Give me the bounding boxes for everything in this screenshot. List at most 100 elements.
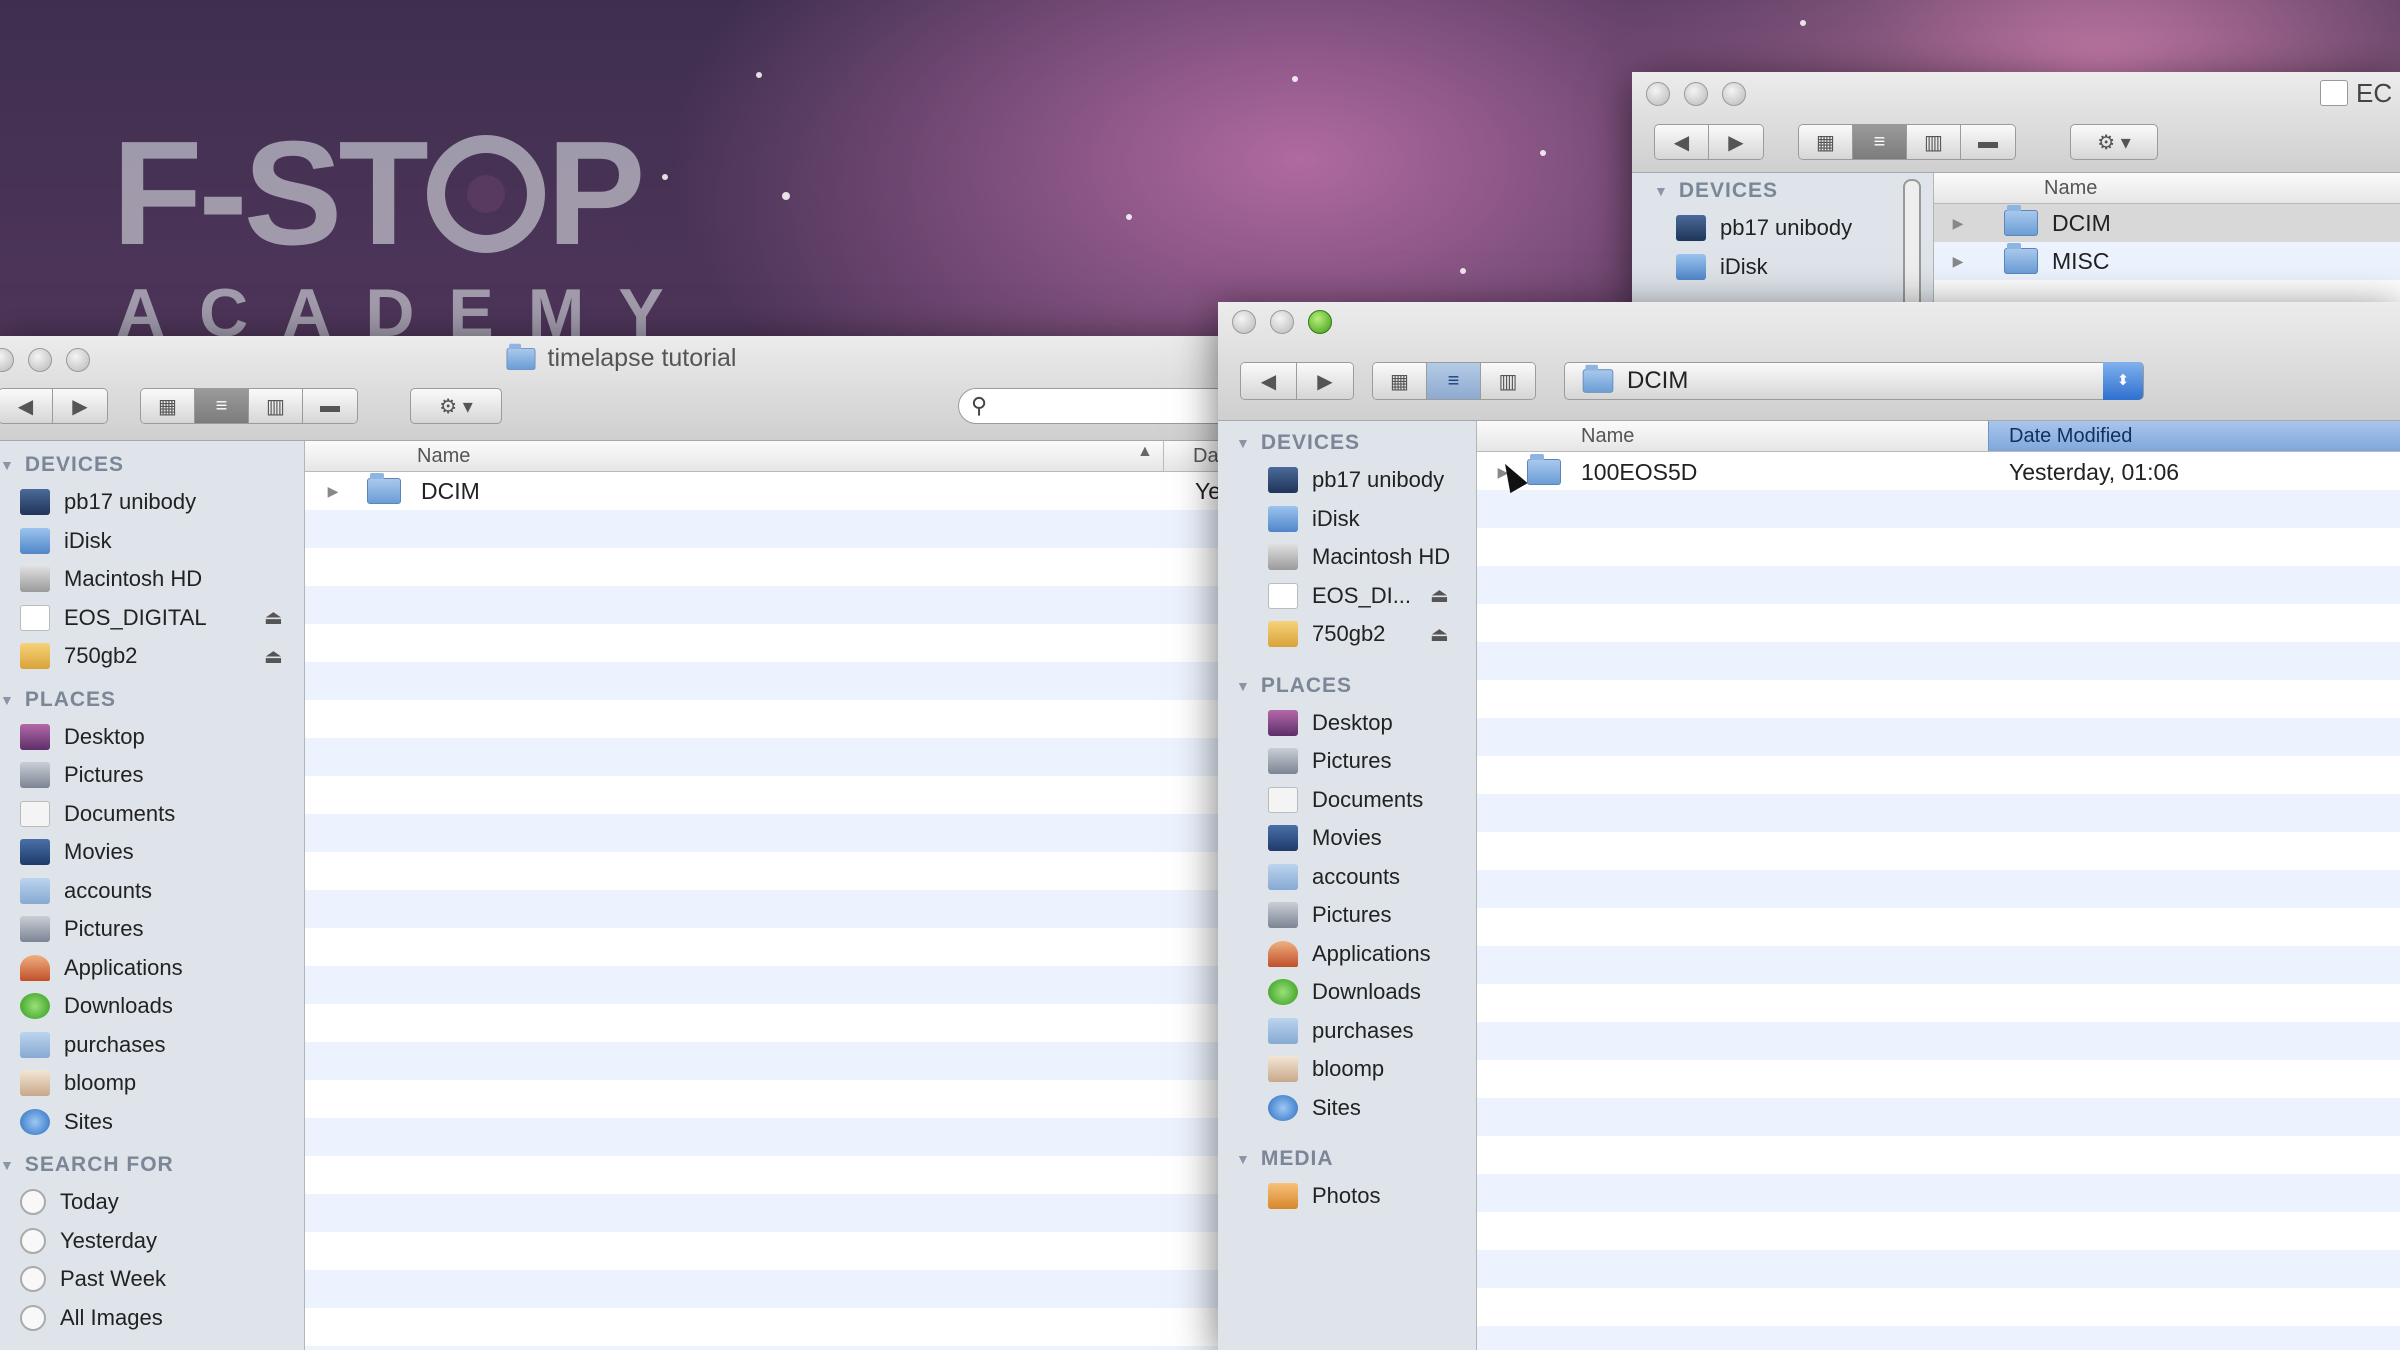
minimize-button[interactable] (1684, 82, 1708, 106)
column-header-name[interactable]: Name (417, 445, 470, 468)
action-gear-button[interactable]: ⚙ ▾ (410, 388, 502, 424)
window-titlebar[interactable]: timelapse tutorial ◀ ▶ ▦ ≡ ▥ ▬ ⚙ ▾ ⚲ (0, 336, 1240, 441)
finder-window-dcim[interactable]: ◀ ▶ ▦ ≡ ▥ DCIM ⬍ ▼ DEVICES pb17 unibody i… (1218, 302, 2400, 1350)
sidebar-scrollbar[interactable] (1903, 179, 1921, 312)
sidebar-item-purchases[interactable]: purchases (0, 1026, 304, 1065)
sidebar-section-devices[interactable]: ▼ DEVICES (0, 447, 304, 483)
sidebar-item-purchases[interactable]: purchases (1218, 1012, 1476, 1051)
sidebar-item-idisk[interactable]: iDisk (1218, 500, 1476, 539)
sidebar-item-pictures[interactable]: Pictures (1218, 742, 1476, 781)
sidebar-item-idisk[interactable]: iDisk (1654, 248, 1933, 287)
column-header-date[interactable]: Da (1193, 445, 1219, 468)
sidebar-item-documents[interactable]: Documents (0, 795, 304, 834)
sidebar-item-bloomp[interactable]: bloomp (0, 1064, 304, 1103)
sidebar-item-eos-digital[interactable]: EOS_DIGITAL ⏏ (0, 599, 304, 638)
sidebar-item-accounts[interactable]: accounts (1218, 858, 1476, 897)
coverflow-view-button[interactable]: ▬ (1961, 125, 2015, 159)
eject-icon[interactable]: ⏏ (264, 644, 283, 669)
table-row[interactable]: ▶ DCIM (1934, 204, 2400, 242)
sidebar-item-pictures[interactable]: Pictures (1218, 896, 1476, 935)
sidebar: ▼ DEVICES pb17 unibody iDisk Macintosh HD… (1218, 421, 1477, 1350)
list-view-button[interactable]: ≡ (195, 389, 249, 423)
sidebar-item-past-week[interactable]: Past Week (0, 1260, 304, 1299)
search-field[interactable]: ⚲ (958, 388, 1240, 424)
zoom-button[interactable] (1308, 310, 1332, 334)
column-view-button[interactable]: ▥ (249, 389, 303, 423)
sidebar-item-movies[interactable]: Movies (0, 833, 304, 872)
sidebar-item-bloomp[interactable]: bloomp (1218, 1050, 1476, 1089)
table-row[interactable]: ▶ 100EOS5D Yesterday, 01:06 (1477, 452, 2400, 492)
list-view-button[interactable]: ≡ (1853, 125, 1907, 159)
column-view-button[interactable]: ▥ (1481, 363, 1535, 399)
sidebar-item-pb17-unibody[interactable]: pb17 unibody (1218, 461, 1476, 500)
forward-button[interactable]: ▶ (1709, 125, 1763, 159)
sidebar-section-places[interactable]: ▼ PLACES (1218, 668, 1476, 704)
window-titlebar[interactable]: ◀ ▶ ▦ ≡ ▥ DCIM ⬍ (1218, 302, 2400, 421)
sidebar-item-documents[interactable]: Documents (1218, 781, 1476, 820)
sidebar-section-places[interactable]: ▼ PLACES (0, 682, 304, 718)
sidebar-item-macintosh-hd[interactable]: Macintosh HD (0, 560, 304, 599)
sidebar-item-750gb2[interactable]: 750gb2 ⏏ (1218, 615, 1476, 654)
sidebar-item-yesterday[interactable]: Yesterday (0, 1222, 304, 1261)
disclosure-triangle-icon[interactable]: ▶ (319, 483, 347, 500)
icon-view-button[interactable]: ▦ (141, 389, 195, 423)
sidebar-section-devices[interactable]: ▼ DEVICES (1218, 425, 1476, 461)
photos-icon (1268, 1183, 1298, 1210)
sidebar-item-pictures[interactable]: Pictures (0, 756, 304, 795)
sidebar-item-photos[interactable]: Photos (1218, 1177, 1476, 1216)
forward-button[interactable]: ▶ (53, 389, 107, 423)
sidebar-item-downloads[interactable]: Downloads (1218, 973, 1476, 1012)
eject-icon[interactable]: ⏏ (264, 605, 283, 630)
zoom-button[interactable] (1722, 82, 1746, 106)
icon-view-button[interactable]: ▦ (1373, 363, 1427, 399)
sidebar-item-pb17-unibody[interactable]: pb17 unibody (1654, 209, 1933, 248)
sidebar-item-accounts[interactable]: accounts (0, 872, 304, 911)
sidebar-item-eos-digital[interactable]: EOS_DI... ⏏ (1218, 577, 1476, 616)
sidebar-section-search-for[interactable]: ▼ SEARCH FOR (0, 1147, 304, 1183)
finder-window-timelapse-tutorial[interactable]: timelapse tutorial ◀ ▶ ▦ ≡ ▥ ▬ ⚙ ▾ ⚲ ▼ DE… (0, 336, 1240, 1350)
table-row[interactable]: ▶ MISC (1934, 242, 2400, 280)
sidebar-item-pb17-unibody[interactable]: pb17 unibody (0, 483, 304, 522)
action-gear-button[interactable]: ⚙ ▾ (2070, 124, 2158, 160)
back-button[interactable]: ◀ (0, 389, 53, 423)
eject-icon[interactable]: ⏏ (1430, 583, 1449, 608)
finder-window-back[interactable]: EC ◀ ▶ ▦ ≡ ▥ ▬ ⚙ ▾ ▼ DEVICES pb17 unibody… (1632, 72, 2400, 312)
icon-view-button[interactable]: ▦ (1799, 125, 1853, 159)
sidebar-item-idisk[interactable]: iDisk (0, 522, 304, 561)
sidebar-item-sites[interactable]: Sites (1218, 1089, 1476, 1128)
close-button[interactable] (1232, 310, 1256, 334)
sidebar-item-movies[interactable]: Movies (1218, 819, 1476, 858)
window-titlebar[interactable]: EC ◀ ▶ ▦ ≡ ▥ ▬ ⚙ ▾ (1632, 72, 2400, 173)
sidebar-section-devices[interactable]: ▼ DEVICES (1654, 173, 1933, 209)
sidebar-item-applications[interactable]: Applications (0, 949, 304, 988)
sidebar-item-all-images[interactable]: All Images (0, 1299, 304, 1338)
sidebar-item-sites[interactable]: Sites (0, 1103, 304, 1142)
sidebar-item-desktop[interactable]: Desktop (0, 718, 304, 757)
sidebar-item-desktop[interactable]: Desktop (1218, 704, 1476, 743)
disclosure-triangle-icon[interactable]: ▶ (1944, 253, 1972, 270)
minimize-button[interactable] (1270, 310, 1294, 334)
disclosure-triangle-icon[interactable]: ▶ (1944, 215, 1972, 232)
sidebar-item-downloads[interactable]: Downloads (0, 987, 304, 1026)
column-divider[interactable] (1163, 441, 1164, 471)
column-view-button[interactable]: ▥ (1907, 125, 1961, 159)
sidebar-item-applications[interactable]: Applications (1218, 935, 1476, 974)
back-button[interactable]: ◀ (1655, 125, 1709, 159)
list-view-button[interactable]: ≡ (1427, 363, 1481, 399)
forward-button[interactable]: ▶ (1297, 363, 1353, 399)
back-button[interactable]: ◀ (1241, 363, 1297, 399)
coverflow-view-button[interactable]: ▬ (303, 389, 357, 423)
column-header-name[interactable]: Name (1581, 425, 1634, 448)
external-drive-icon (20, 643, 50, 670)
sidebar-item-today[interactable]: Today (0, 1183, 304, 1222)
sidebar-item-750gb2[interactable]: 750gb2 ⏏ (0, 637, 304, 676)
close-button[interactable] (1646, 82, 1670, 106)
sidebar-item-macintosh-hd[interactable]: Macintosh HD (1218, 538, 1476, 577)
column-header-date-modified[interactable]: Date Modified (1988, 421, 2400, 451)
sidebar-section-media[interactable]: ▼ MEDIA (1218, 1141, 1476, 1177)
table-row[interactable]: ▶ DCIM Ye (305, 472, 1240, 510)
path-popup-button[interactable]: DCIM ⬍ (1564, 362, 2144, 400)
sidebar-item-pictures[interactable]: Pictures (0, 910, 304, 949)
eject-icon[interactable]: ⏏ (1430, 622, 1449, 647)
column-header-name[interactable]: Name (2044, 177, 2097, 200)
